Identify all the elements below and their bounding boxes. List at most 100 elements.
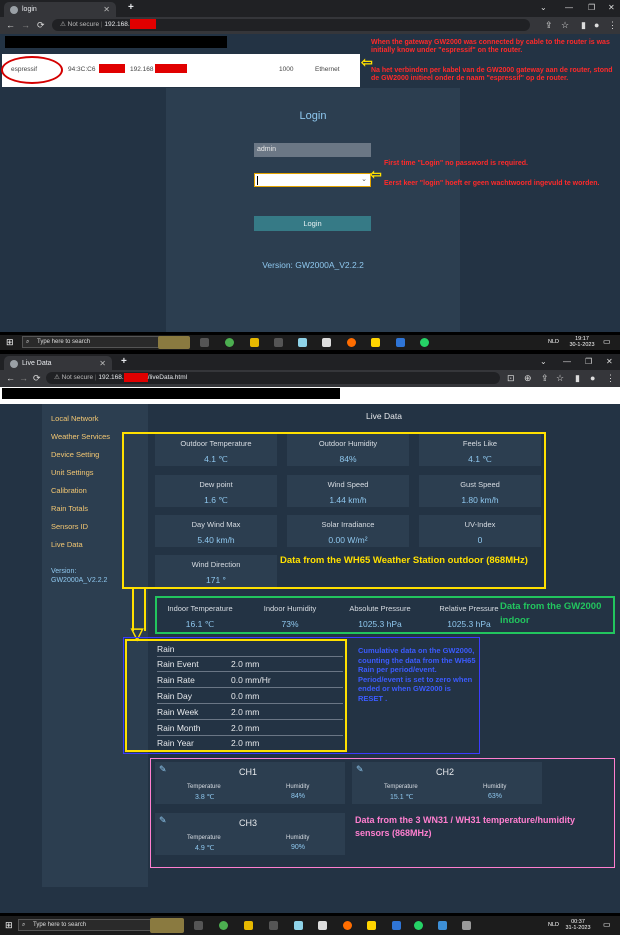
app-icon[interactable]	[294, 921, 303, 930]
taskbar-search[interactable]: ⌕ Type here to search	[22, 336, 162, 348]
chevron-down-icon[interactable]: ⌄	[540, 354, 547, 370]
word-icon[interactable]	[396, 338, 405, 347]
login-page: espressif 94:3C:C6 192.168 1000 Ethernet…	[0, 34, 620, 332]
menu-local-network[interactable]: Local Network	[51, 414, 99, 423]
page-title: Live Data	[366, 411, 402, 421]
menu-sensors-id[interactable]: Sensors ID	[51, 522, 88, 531]
profile-icon[interactable]: ●	[594, 20, 599, 30]
windows-start-icon[interactable]: ⊞	[6, 337, 14, 348]
forward-icon[interactable]: →	[19, 373, 28, 383]
rain-row: Rain Year 2.0 mm	[157, 738, 260, 748]
close-icon[interactable]: ✕	[103, 2, 110, 17]
back-icon[interactable]: ←	[6, 20, 15, 30]
sidepanel-icon[interactable]: ▮	[575, 373, 580, 384]
star-icon[interactable]: ☆	[556, 373, 564, 384]
url-field[interactable]: ⚠ Not secure | 192.168.	[52, 19, 530, 31]
menu-weather-services[interactable]: Weather Services	[51, 432, 110, 441]
channel-card-ch2: ✎ CH2 Temperature Humidity 15.1 ℃ 63%	[352, 762, 542, 804]
widget-thumbnail[interactable]	[158, 336, 190, 349]
zoom-icon[interactable]: ⊕	[524, 373, 532, 384]
password-input[interactable]: ⌄	[254, 173, 371, 187]
indoor-humidity: Indoor Humidity 73%	[263, 604, 317, 629]
desktop-icon[interactable]	[269, 921, 278, 930]
login-title: Login	[299, 110, 327, 122]
minimize-icon[interactable]: —	[565, 0, 573, 16]
translate-icon[interactable]: ⊡	[507, 373, 515, 384]
widget-thumbnail[interactable]	[150, 918, 184, 933]
firefox-icon[interactable]	[347, 338, 356, 347]
outdoor-note: Data from the WH65 Weather Station outdo…	[280, 555, 528, 566]
file-explorer-icon[interactable]	[250, 338, 259, 347]
word-icon[interactable]	[392, 921, 401, 930]
menu-icon[interactable]: ⋮	[608, 20, 617, 31]
redacted-block	[123, 372, 148, 382]
close-window-icon[interactable]: ✕	[608, 0, 615, 16]
search-icon: ⌕	[22, 922, 26, 928]
new-tab-icon[interactable]: +	[128, 2, 134, 13]
notification-icon[interactable]: ▭	[603, 337, 611, 346]
windows-start-icon[interactable]: ⊞	[5, 920, 13, 931]
reload-icon[interactable]: ⟳	[37, 20, 45, 31]
notes-icon[interactable]	[367, 921, 376, 930]
address-bar-1: ← → ⟳ ⚠ Not secure | 192.168. ⇪ ☆ ▮ ● ⋮	[0, 17, 620, 34]
chrome-icon[interactable]	[225, 338, 234, 347]
profile-icon[interactable]: ●	[590, 373, 595, 383]
restore-icon[interactable]: ❐	[585, 354, 592, 370]
menu-live-data[interactable]: Live Data	[51, 540, 83, 549]
back-icon[interactable]: ←	[6, 373, 15, 383]
login-button[interactable]: Login	[254, 216, 371, 231]
chevron-down-icon[interactable]: ⌄	[540, 0, 547, 16]
menu-device-setting[interactable]: Device Setting	[51, 450, 99, 459]
forward-icon[interactable]: →	[21, 20, 30, 30]
menu-unit-settings[interactable]: Unit Settings	[51, 468, 94, 477]
whatsapp-icon[interactable]	[420, 338, 429, 347]
edit-icon[interactable]: ✎	[356, 764, 364, 775]
login-panel: Login admin ⌄ Login Version: GW2000A_V2.…	[166, 88, 460, 332]
warning-icon: ⚠	[60, 21, 68, 28]
notes-icon[interactable]	[371, 338, 380, 347]
redacted-block	[129, 19, 156, 30]
app-icon[interactable]	[318, 921, 327, 930]
sidepanel-icon[interactable]: ▮	[581, 20, 586, 31]
highlight-ellipse	[1, 56, 63, 84]
reload-icon[interactable]: ⟳	[33, 373, 41, 384]
whatsapp-icon[interactable]	[414, 921, 423, 930]
tab-login[interactable]: login ✕	[4, 2, 116, 17]
app-icon[interactable]	[438, 921, 447, 930]
close-window-icon[interactable]: ✕	[606, 354, 613, 370]
tab-live-data[interactable]: Live Data ✕	[4, 356, 112, 371]
relative-pressure: Relative Pressure 1025.3 hPa	[439, 604, 499, 629]
minimize-icon[interactable]: —	[563, 354, 571, 370]
username-input[interactable]: admin	[254, 143, 371, 157]
menu-calibration[interactable]: Calibration	[51, 486, 87, 495]
desktop-icon[interactable]	[274, 338, 283, 347]
share-icon[interactable]: ⇪	[541, 373, 549, 384]
channel-card-ch1: ✎ CH1 Temperature Humidity 3.8 ℃ 84%	[155, 762, 345, 804]
url-field[interactable]: ⚠ Not secure | 192.168./liveData.html	[46, 372, 500, 384]
annotation-en: When the gateway GW2000 was connected by…	[371, 39, 610, 54]
star-icon[interactable]: ☆	[561, 20, 569, 31]
taskbar-search[interactable]: ⌕ Type here to search	[18, 919, 168, 931]
app-icon[interactable]	[298, 338, 307, 347]
close-icon[interactable]: ✕	[99, 356, 106, 371]
app-icon[interactable]	[462, 921, 471, 930]
annotation2-en: First time "Login" no password is requir…	[384, 160, 528, 167]
new-tab-icon[interactable]: +	[121, 356, 127, 367]
share-icon[interactable]: ⇪	[545, 20, 553, 31]
warning-icon: ⚠	[54, 374, 62, 381]
app-icon[interactable]	[322, 338, 331, 347]
menu-icon[interactable]: ⋮	[606, 373, 615, 384]
search-icon: ⌕	[26, 339, 30, 345]
file-explorer-icon[interactable]	[244, 921, 253, 930]
chrome-icon[interactable]	[219, 921, 228, 930]
menu-rain-totals[interactable]: Rain Totals	[51, 504, 88, 513]
edit-icon[interactable]: ✎	[159, 764, 167, 775]
address-bar-2: ← → ⟳ ⚠ Not secure | 192.168./liveData.h…	[0, 370, 620, 387]
firefox-icon[interactable]	[343, 921, 352, 930]
camera-icon[interactable]	[200, 338, 209, 347]
restore-icon[interactable]: ❐	[588, 0, 595, 16]
notification-icon[interactable]: ▭	[603, 920, 611, 929]
channel-card-ch3: ✎ CH3 Temperature Humidity 4.9 ℃ 90%	[155, 813, 345, 855]
camera-icon[interactable]	[194, 921, 203, 930]
edit-icon[interactable]: ✎	[159, 815, 167, 826]
